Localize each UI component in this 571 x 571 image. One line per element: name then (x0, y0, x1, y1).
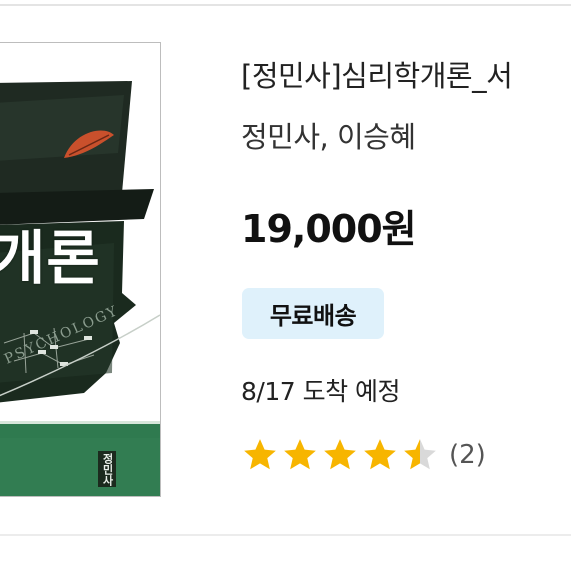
bottom-divider (0, 534, 571, 536)
star-rating (241, 436, 441, 474)
product-title[interactable]: [정민사]심리학개론_서 (241, 53, 513, 95)
delivery-estimate: 8/17 도착 예정 (241, 377, 401, 406)
review-count[interactable]: (2) (449, 440, 486, 470)
rating-row[interactable]: (2) (241, 435, 486, 475)
product-card[interactable]: 개론 PSYCHOLOGY 정민사 [정민사]심리학개론_서 정민사, 이승혜 … (0, 6, 571, 534)
product-price: 19,000원 (241, 207, 417, 251)
star-icon (244, 439, 276, 470)
star-icon (404, 439, 436, 470)
star-icon (364, 439, 396, 470)
product-author: 정민사, 이승혜 (241, 120, 416, 154)
star-icon (324, 439, 356, 470)
cover-title-text: 개론 (0, 224, 101, 292)
star-icon (284, 439, 316, 470)
book-cover-image[interactable]: 개론 PSYCHOLOGY 정민사 (0, 42, 161, 497)
cover-publisher-mark: 정민사 (98, 451, 116, 487)
free-shipping-badge: 무료배송 (242, 288, 384, 339)
